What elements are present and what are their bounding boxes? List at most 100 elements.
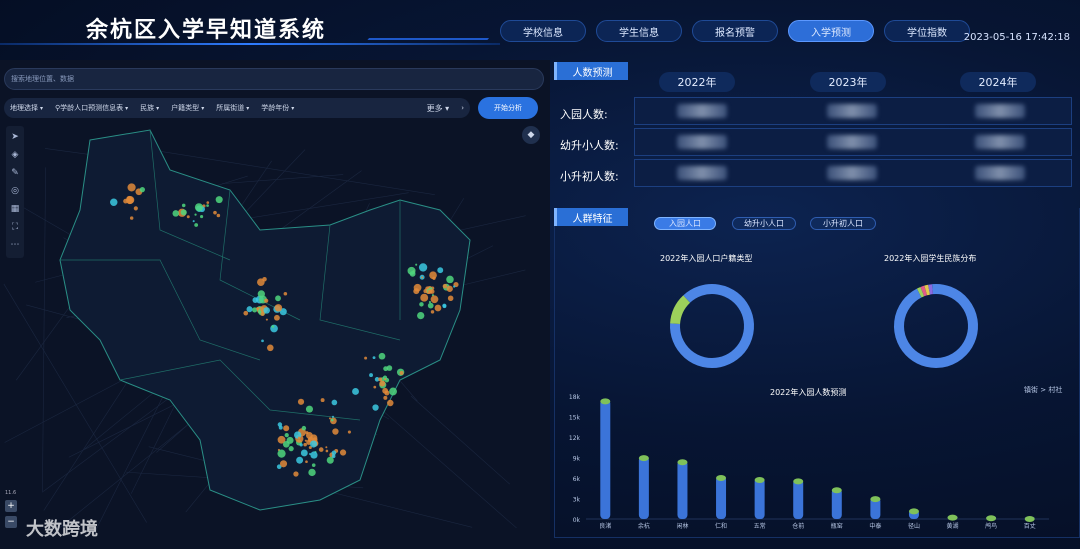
more-icon[interactable]: ⋯ [8, 238, 22, 252]
map-hotspot[interactable] [296, 456, 304, 464]
map-hotspot[interactable] [216, 213, 221, 218]
map-hotspot[interactable] [194, 203, 203, 212]
nav-tab-school-info[interactable]: 学校信息 [500, 20, 586, 42]
map-hotspot[interactable] [300, 449, 308, 457]
filter-street[interactable]: 所属街道 ▾ [216, 103, 249, 113]
map-hotspot[interactable] [413, 288, 420, 295]
map-hotspot[interactable] [379, 380, 386, 387]
map-hotspot[interactable] [215, 196, 223, 204]
map-icon[interactable]: ▦ [8, 202, 22, 216]
filter-ethnicity[interactable]: 民族 ▾ [140, 103, 159, 113]
map-hotspot[interactable] [409, 270, 416, 277]
map-hotspot[interactable] [328, 417, 332, 420]
pointer-icon[interactable]: ➤ [8, 130, 22, 144]
map-hotspot[interactable] [430, 295, 439, 304]
map-hotspot[interactable] [383, 395, 388, 400]
draw-icon[interactable]: ✎ [8, 166, 22, 180]
map-hotspot[interactable] [181, 203, 186, 208]
map-hotspot[interactable] [293, 471, 299, 477]
map-hotspot[interactable] [378, 377, 383, 382]
map-hotspot[interactable] [325, 449, 329, 453]
map-search-input[interactable]: 搜索地理位置、数据 [4, 68, 544, 90]
map-hotspot[interactable] [415, 263, 418, 266]
map-hotspot[interactable] [127, 183, 136, 192]
map-hotspot[interactable] [378, 352, 386, 360]
filter-population-table[interactable]: ⚲学龄人口预测信息表 ▾ [55, 103, 128, 113]
bar-仓前[interactable] [793, 479, 804, 519]
map-hotspot[interactable] [372, 404, 379, 411]
map-hotspot[interactable] [265, 318, 268, 321]
map-hotspot[interactable] [364, 356, 368, 360]
filter-household-type[interactable]: 户籍类型 ▾ [171, 103, 204, 113]
map-hotspot[interactable] [110, 198, 118, 206]
map-hotspot[interactable] [325, 446, 328, 449]
map-hotspot[interactable] [200, 215, 204, 219]
map-hotspot[interactable] [192, 220, 195, 223]
map-hotspot[interactable] [194, 223, 199, 227]
fullscreen-icon[interactable]: ⛶ [8, 220, 22, 234]
map-hotspot[interactable] [339, 449, 347, 456]
map-panel[interactable]: 搜索地理位置、数据 地理选择 ▾ ⚲学龄人口预测信息表 ▾ 民族 ▾ 户籍类型 ▾ 所属… [0, 60, 550, 549]
map-hotspot[interactable] [419, 302, 424, 307]
tag-icon[interactable]: ◈ [8, 148, 22, 162]
map-hotspot[interactable] [331, 415, 335, 418]
map-hotspot[interactable] [442, 303, 447, 308]
map-hotspot[interactable] [383, 366, 389, 372]
map-hotspot[interactable] [271, 325, 275, 328]
map-hotspot[interactable] [133, 206, 138, 211]
donut-ethnicity-slice[interactable] [924, 284, 931, 296]
map-hotspot[interactable] [213, 210, 217, 215]
map-hotspot[interactable] [427, 302, 434, 309]
donut-household-slice[interactable] [670, 295, 691, 325]
map-hotspot[interactable] [310, 451, 318, 459]
map-hotspot[interactable] [194, 213, 197, 216]
map-hotspot[interactable] [311, 463, 316, 467]
map-hotspot[interactable] [283, 291, 288, 296]
map-hotspot[interactable] [305, 460, 308, 464]
map-hotspot[interactable] [430, 310, 435, 314]
nav-tab-student-info[interactable]: 学生信息 [596, 20, 682, 42]
map-hotspot[interactable] [266, 344, 274, 352]
map-hotspot[interactable] [297, 398, 305, 405]
target-icon[interactable]: ◎ [8, 184, 22, 198]
map-hotspot[interactable] [129, 216, 134, 220]
map-hotspot[interactable] [384, 378, 387, 381]
map-hotspot[interactable] [284, 433, 289, 438]
map-hotspot[interactable] [260, 311, 265, 316]
map-hotspot[interactable] [318, 447, 324, 452]
map-hotspot[interactable] [274, 314, 280, 321]
map-hotspot[interactable] [446, 285, 453, 292]
map-hotspot[interactable] [279, 460, 288, 468]
filter-geo[interactable]: 地理选择 ▾ [10, 103, 43, 113]
map-hotspot[interactable] [274, 304, 283, 312]
map-hotspot[interactable] [331, 399, 338, 406]
map-hotspot[interactable] [420, 293, 429, 302]
map-hotspot[interactable] [270, 324, 278, 333]
map-hotspot[interactable] [294, 431, 302, 439]
map-hotspot[interactable] [180, 209, 187, 216]
map-hotspot[interactable] [432, 276, 436, 280]
map-hotspot[interactable] [446, 275, 454, 284]
map-hotspot[interactable] [330, 418, 334, 422]
map-hotspot[interactable] [262, 277, 267, 282]
map-hotspot[interactable] [434, 304, 442, 312]
bar-五常[interactable] [754, 478, 765, 519]
map-hotspot[interactable] [297, 436, 301, 440]
expand-filter-icon[interactable]: › [461, 104, 464, 112]
map-hotspot[interactable] [352, 388, 359, 395]
bar-良渚[interactable] [600, 399, 611, 519]
map-hotspot[interactable] [252, 297, 259, 303]
map-hotspot[interactable] [301, 425, 307, 431]
map-hotspot[interactable] [418, 263, 428, 272]
map-hotspot[interactable] [283, 425, 290, 432]
map-hotspot[interactable] [372, 356, 376, 360]
map-hotspot[interactable] [206, 201, 210, 204]
map-hotspot[interactable] [369, 373, 373, 378]
map-hotspot[interactable] [256, 306, 260, 311]
map-hotspot[interactable] [246, 306, 253, 313]
nav-tab-enrollment-warning[interactable]: 报名预警 [692, 20, 778, 42]
map-hotspot[interactable] [387, 399, 394, 407]
map-hotspot[interactable] [299, 443, 303, 447]
map-hotspot[interactable] [275, 295, 281, 302]
map-hotspot[interactable] [429, 289, 435, 294]
